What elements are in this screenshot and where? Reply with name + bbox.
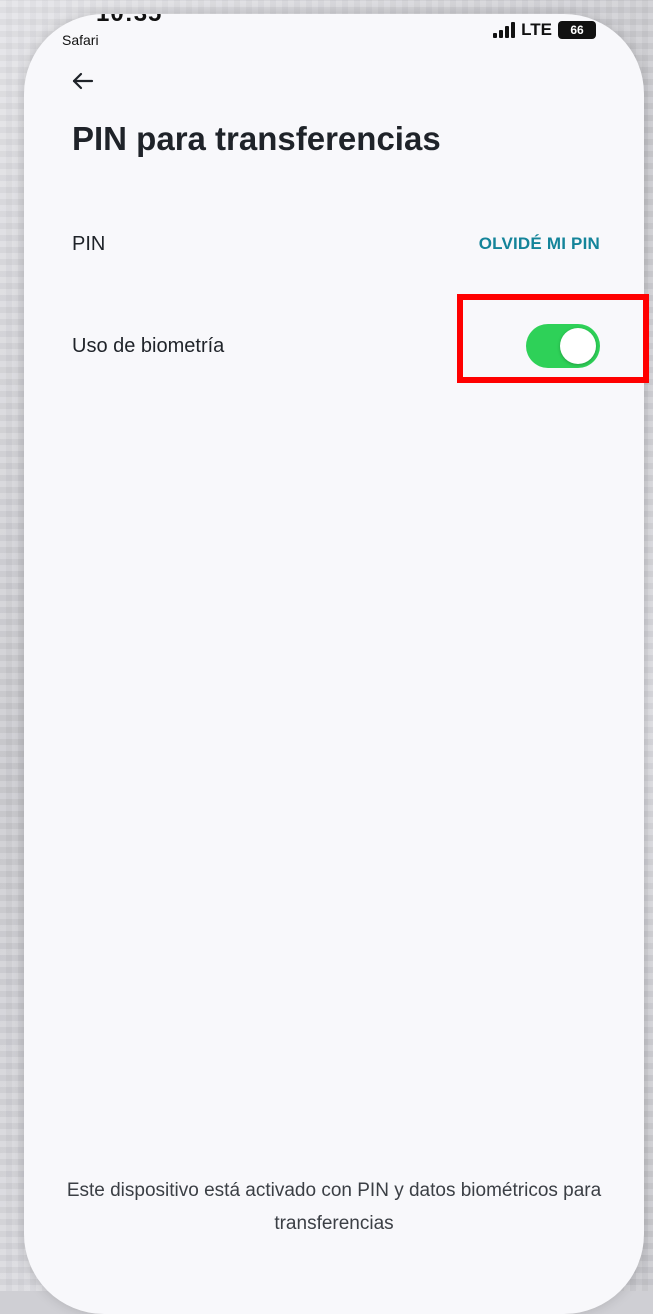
biometrics-row: Uso de biometría bbox=[72, 324, 600, 368]
status-time: 10:35 bbox=[96, 14, 162, 28]
battery-level: 66 bbox=[570, 23, 584, 37]
forgot-pin-link[interactable]: OLVIDÉ MI PIN bbox=[479, 234, 600, 254]
battery-icon: 66 bbox=[558, 21, 596, 39]
footer-note: Este dispositivo está activado con PIN y… bbox=[66, 1180, 602, 1234]
status-indicators: LTE 66 bbox=[493, 20, 596, 40]
pin-label: PIN bbox=[72, 232, 106, 255]
arrow-left-icon bbox=[72, 72, 94, 90]
phone-screen: 10:35 Safari LTE 66 PIN para transferenc… bbox=[24, 14, 644, 1314]
network-label: LTE bbox=[521, 20, 552, 39]
page-title: PIN para transferencias bbox=[72, 120, 441, 157]
toggle-knob bbox=[560, 328, 596, 364]
back-to-app-label[interactable]: Safari bbox=[62, 32, 99, 48]
biometrics-toggle[interactable] bbox=[526, 324, 600, 368]
back-button[interactable] bbox=[68, 66, 98, 96]
biometrics-label: Uso de biometría bbox=[72, 334, 225, 357]
pin-row: PIN OLVIDÉ MI PIN bbox=[72, 229, 600, 259]
signal-icon bbox=[493, 22, 516, 38]
